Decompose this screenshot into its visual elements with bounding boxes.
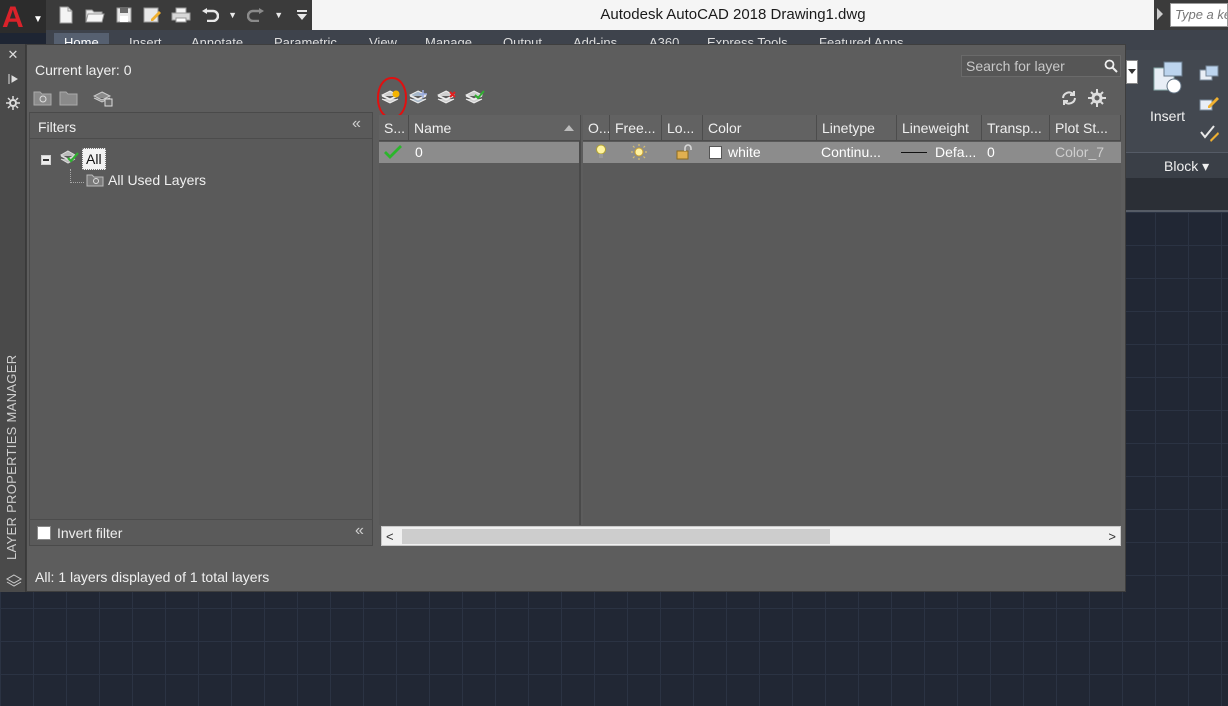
column-header-transparency[interactable]: Transp... [982, 115, 1050, 141]
column-header-status[interactable]: S... [379, 115, 409, 141]
layer-color-label: white [728, 144, 761, 160]
open-icon[interactable] [85, 4, 106, 26]
table-row[interactable]: white Continu... Defa... 0 Color_7 [583, 142, 1121, 163]
file-tab-strip [1126, 178, 1228, 212]
layer-list-fixed: S... Name 0 [379, 115, 581, 525]
new-group-filter-icon[interactable] [59, 89, 79, 107]
column-header-freeze[interactable]: Free... [610, 115, 662, 141]
block-panel-title[interactable]: Block ▾ [1126, 152, 1228, 178]
set-current-icon[interactable] [465, 89, 485, 107]
layer-lineweight[interactable]: Defa... [897, 142, 981, 163]
layer-search-input[interactable]: Search for layer [961, 55, 1121, 77]
search-icon[interactable] [1104, 59, 1118, 73]
column-header-lock[interactable]: Lo... [662, 115, 703, 141]
current-layer-label: Current layer: 0 [35, 62, 132, 78]
insert-block-icon[interactable] [1150, 60, 1186, 96]
quick-access-toolbar: ▼ ▼ [46, 0, 312, 30]
properties-icon[interactable] [6, 96, 20, 110]
table-row[interactable]: 0 [379, 142, 579, 163]
title-bar: A ▼ ▼ ▼ Autodesk AutoCAD 2018 Drawing1.d… [0, 0, 1228, 34]
layer-list-scrollable: O... Free... Lo... Color Linetype Linewe… [583, 115, 1121, 525]
new-property-filter-icon[interactable] [33, 89, 53, 107]
column-header-lineweight[interactable]: Lineweight [897, 115, 982, 141]
tree-connector [70, 182, 84, 183]
column-header-name[interactable]: Name [409, 115, 581, 141]
tree-collapse-toggle[interactable] [41, 155, 51, 165]
collapse-filters-icon[interactable]: « [352, 115, 361, 133]
filter-folder-icon [86, 174, 104, 187]
new-icon[interactable] [56, 4, 77, 26]
redo-icon[interactable] [245, 4, 266, 26]
window-title: Autodesk AutoCAD 2018 Drawing1.dwg [600, 6, 866, 23]
lineweight-sample [901, 152, 927, 153]
layer-lineweight-label: Defa... [935, 144, 977, 160]
layer-properties-manager: Current layer: 0 Search for layer Filter… [26, 44, 1126, 592]
invert-filter-label[interactable]: Invert filter [57, 525, 122, 541]
chevron-down-icon: ▼ [33, 14, 43, 25]
current-layer-check-icon [379, 142, 409, 163]
filters-label: Filters [38, 119, 77, 135]
invert-filter-checkbox[interactable] [37, 526, 51, 540]
filter-all-used-layers[interactable]: All Used Layers [108, 172, 206, 188]
scroll-right-arrow[interactable]: > [1108, 529, 1116, 544]
edit-block-icon[interactable] [1198, 92, 1220, 114]
layer-filter-all-icon [60, 150, 79, 164]
layers-icon [5, 574, 23, 588]
collapse-filters-bottom-icon[interactable]: « [355, 522, 364, 540]
create-block-icon[interactable] [1198, 64, 1220, 86]
scrollbar-thumb[interactable] [402, 529, 830, 544]
filters-tree-pane: Filters « All All Used Layers [29, 112, 373, 546]
plot-icon[interactable] [171, 4, 192, 26]
layer-name[interactable]: 0 [409, 142, 579, 163]
column-header-on[interactable]: O... [583, 115, 610, 141]
filter-all[interactable]: All [82, 148, 106, 170]
column-header-color[interactable]: Color [703, 115, 817, 141]
new-layer-vp-frozen-icon[interactable] [409, 89, 429, 107]
annotation-circle [377, 77, 407, 119]
status-text: All: 1 layers displayed of 1 total layer… [35, 569, 270, 585]
insert-button-label[interactable]: Insert [1150, 108, 1185, 124]
undo-dropdown-icon[interactable]: ▼ [228, 4, 237, 26]
layer-transparency[interactable]: 0 [982, 142, 1048, 163]
unlocked-padlock-icon[interactable] [671, 142, 701, 163]
refresh-icon[interactable] [1059, 89, 1079, 107]
filters-header: Filters « [30, 113, 372, 139]
invert-filter-row: Invert filter « [29, 519, 373, 547]
chevron-down-icon [1128, 69, 1136, 74]
autocad-logo-icon: A [2, 1, 24, 34]
infocenter-expand-icon[interactable] [1157, 8, 1163, 20]
scroll-left-arrow[interactable]: < [386, 529, 394, 544]
lightbulb-on-icon[interactable] [591, 142, 611, 163]
palette-title: LAYER PROPERTIES MANAGER [4, 354, 19, 560]
layer-search-placeholder: Search for layer [966, 58, 1065, 74]
delete-layer-icon[interactable] [437, 89, 457, 107]
layer-plot-style: Color_7 [1055, 144, 1105, 160]
save-as-icon[interactable] [142, 4, 163, 26]
column-header-plot-style[interactable]: Plot St... [1050, 115, 1121, 141]
layer-linetype[interactable]: Continu... [817, 142, 895, 163]
sort-ascending-icon [564, 125, 574, 131]
application-menu-button[interactable]: A ▼ [0, 0, 46, 34]
sun-thawed-icon[interactable] [626, 142, 656, 163]
color-swatch [709, 146, 722, 159]
edit-attributes-icon[interactable] [1198, 122, 1220, 144]
column-header-name-label: Name [414, 120, 452, 136]
close-icon[interactable]: ✕ [6, 48, 20, 62]
palette-title-strip[interactable]: ✕ LAYER PROPERTIES MANAGER [0, 44, 26, 592]
save-icon[interactable] [113, 4, 134, 26]
horizontal-scrollbar[interactable]: < > [381, 526, 1121, 546]
auto-hide-icon[interactable] [6, 72, 20, 86]
redo-dropdown-icon[interactable]: ▼ [274, 4, 283, 26]
customize-qat-icon[interactable] [291, 4, 312, 26]
layer-color[interactable]: white [705, 142, 817, 163]
column-header-linetype[interactable]: Linetype [817, 115, 897, 141]
tree-connector [70, 169, 71, 183]
undo-icon[interactable] [199, 4, 220, 26]
layer-states-manager-icon[interactable] [93, 89, 113, 107]
gear-icon[interactable] [1087, 89, 1107, 107]
keyword-search-input[interactable]: Type a ke [1170, 3, 1228, 27]
